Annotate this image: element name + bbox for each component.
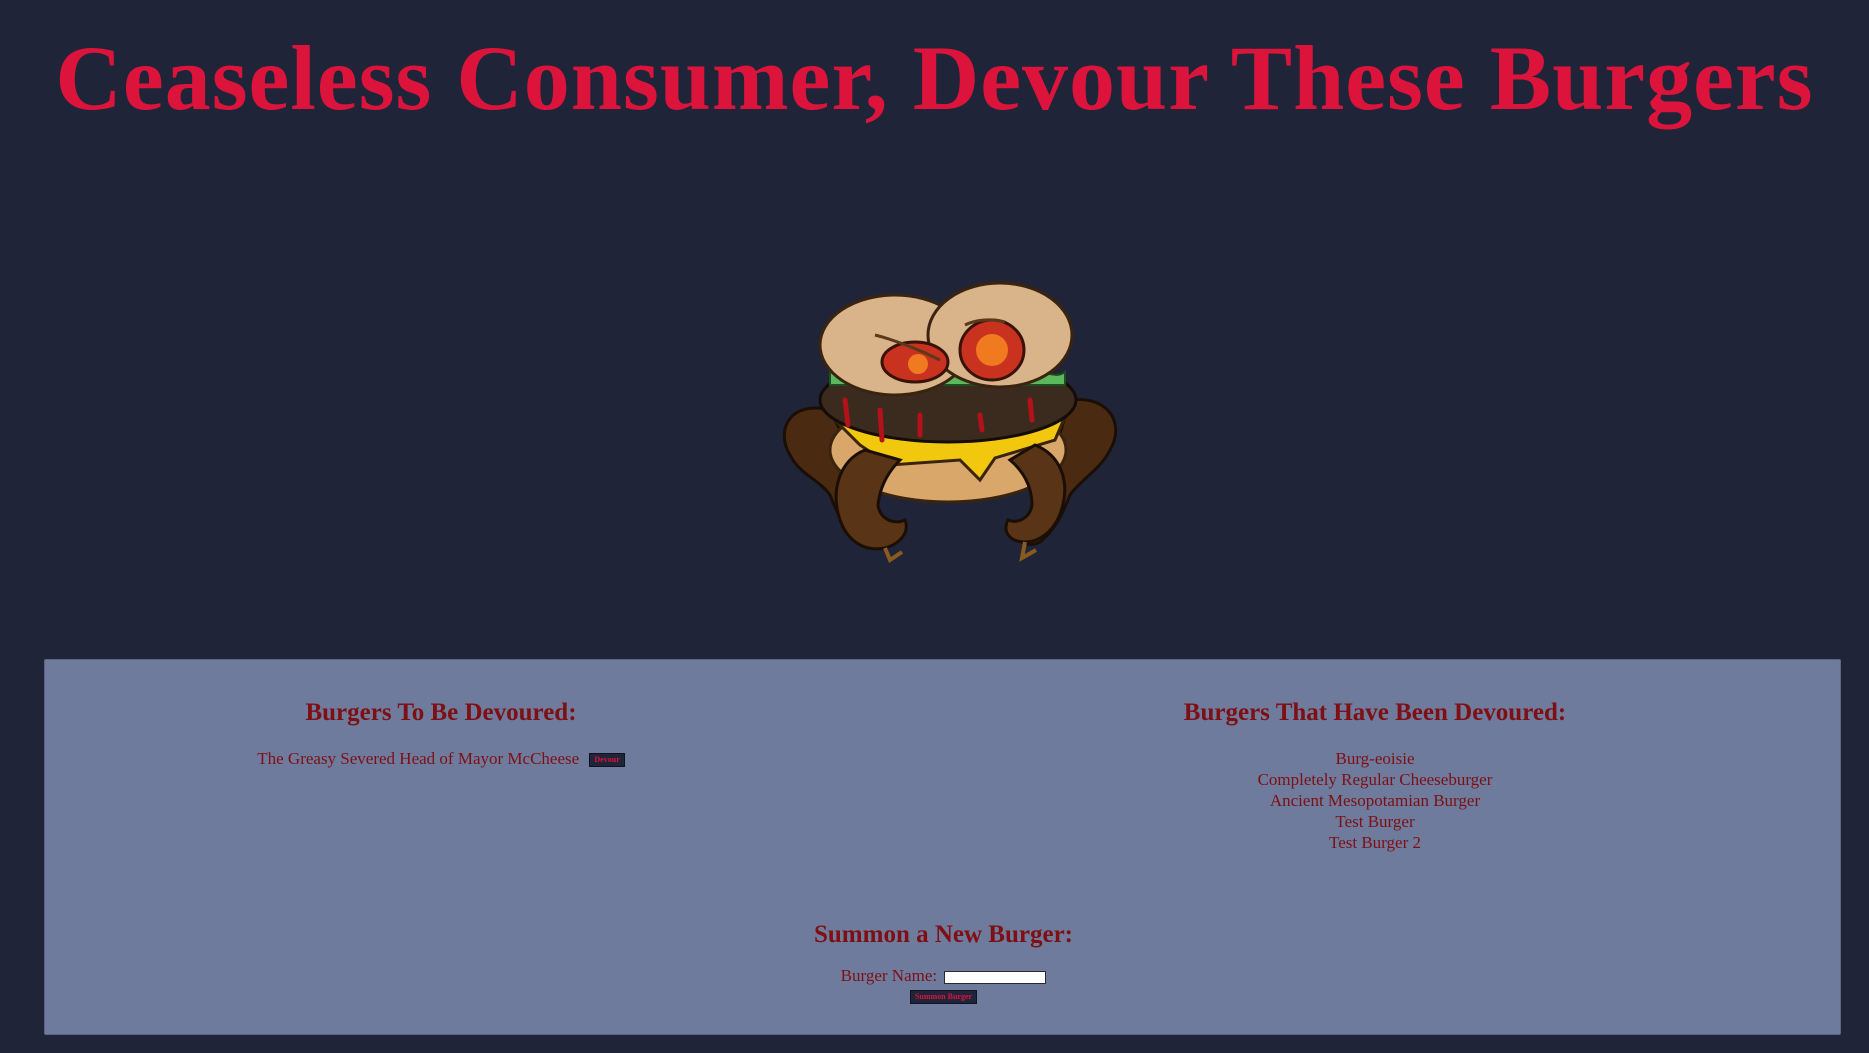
list-item: The Greasy Severed Head of Mayor McChees… [45, 748, 837, 769]
burger-monster-icon [770, 280, 1125, 570]
burger-name-row: Burger Name: [45, 966, 1842, 986]
summon-heading: Summon a New Burger: [813, 921, 1073, 948]
devoured-column: Burgers That Have Been Devoured: Burg-eo… [941, 698, 1809, 853]
summon-burger-button[interactable]: Summon Burger [909, 990, 978, 1004]
list-item: Burg-eoisie [1335, 749, 1415, 768]
burger-name-label: Burger Name: [840, 966, 938, 985]
devour-button[interactable]: Devour [589, 753, 625, 768]
burger-name-input[interactable] [944, 970, 1047, 984]
to-devour-list: The Greasy Severed Head of Mayor McChees… [45, 748, 837, 769]
list-item: Test Burger 2 [1329, 833, 1421, 852]
devoured-list: Burg-eoisie Completely Regular Cheesebur… [941, 748, 1809, 853]
list-item: Completely Regular Cheeseburger [1257, 770, 1493, 789]
list-item: Test Burger [1335, 812, 1415, 831]
to-devour-column: Burgers To Be Devoured: The Greasy Sever… [45, 698, 837, 769]
summon-form: Summon a New Burger: Burger Name: Summon… [45, 920, 1842, 1004]
devoured-heading: Burgers That Have Been Devoured: [1183, 699, 1567, 726]
burger-name: The Greasy Severed Head of Mayor McChees… [257, 749, 580, 768]
burger-panel: Burgers To Be Devoured: The Greasy Sever… [44, 659, 1841, 1035]
list-item: Ancient Mesopotamian Burger [1269, 791, 1481, 810]
to-devour-heading: Burgers To Be Devoured: [305, 699, 577, 726]
page-title: Ceaseless Consumer, Devour These Burgers [55, 27, 1814, 129]
